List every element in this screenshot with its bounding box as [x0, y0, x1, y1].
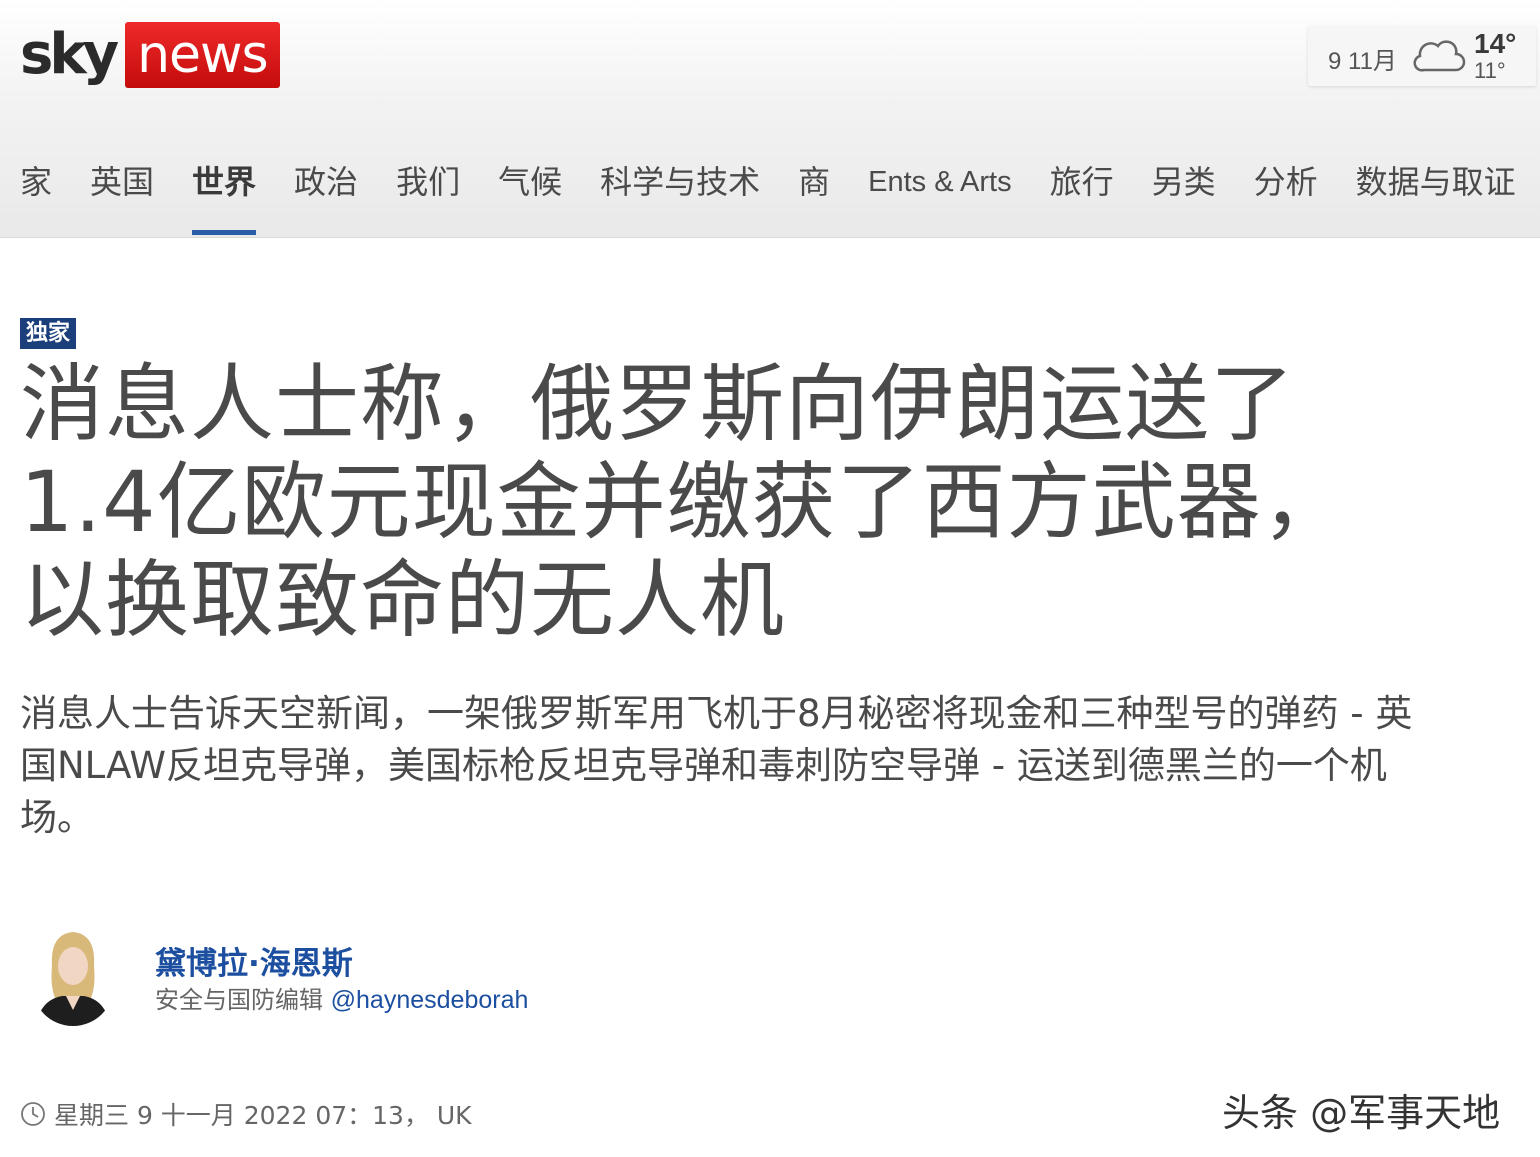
article-standfirst: 消息人士告诉天空新闻，一架俄罗斯军用飞机于8月秘密将现金和三种型号的弹药 - 英… — [20, 692, 1413, 839]
weather-high-temp: 14° — [1474, 28, 1517, 59]
author-name[interactable]: 黛博拉·海恩斯 — [155, 938, 353, 983]
nav-item-politics[interactable]: 政治 — [294, 160, 358, 237]
nav-item-climate[interactable]: 气候 — [498, 160, 562, 237]
toutiao-watermark: 头条 @军事天地 — [1222, 1091, 1501, 1135]
nav-item-data-forensics[interactable]: 数据与取证 — [1356, 160, 1516, 237]
sky-news-logo[interactable]: sky news — [20, 22, 280, 88]
clock-icon — [21, 1102, 45, 1126]
logo-news-text: news — [125, 22, 280, 88]
author-role: 安全与国防编辑 — [155, 986, 323, 1014]
weather-date: 9 11月 — [1328, 48, 1397, 75]
nav-item-analysis[interactable]: 分析 — [1254, 160, 1318, 237]
article-headline: 消息人士称，俄罗斯向伊朗运送了1.4亿欧元现金并缴获了西方武器，以换取致命的无人… — [20, 355, 1347, 649]
nav-item-world[interactable]: 世界 — [192, 160, 257, 237]
weather-widget[interactable]: 9 11月 14° 11° — [1308, 26, 1536, 86]
exclusive-badge: 独家 — [20, 318, 77, 349]
nav-item-ents-arts[interactable]: Ents & Arts — [868, 160, 1011, 237]
nav-item-uk[interactable]: 英国 — [90, 160, 154, 237]
nav-item-science-tech[interactable]: 科学与技术 — [600, 160, 760, 237]
author-twitter-handle[interactable]: @haynesdeborah — [331, 986, 529, 1014]
nav-item-us[interactable]: 我们 — [396, 160, 460, 237]
cloud-icon — [1413, 40, 1466, 72]
publish-date: 星期三 9 十一月 2022 07：13， UK — [54, 1101, 472, 1130]
article-dateline: 星期三 9 十一月 2022 07：13， UK — [20, 1096, 472, 1132]
nav-item-offbeat[interactable]: 另类 — [1152, 160, 1216, 237]
weather-low-temp: 11° — [1474, 58, 1506, 83]
author-avatar[interactable] — [32, 926, 114, 1026]
logo-sky-text: sky — [20, 22, 119, 87]
main-nav: 家 英国 世界 政治 我们 气候 科学与技术 商 Ents & Arts 旅行 … — [20, 160, 1540, 237]
nav-item-business[interactable]: 商 — [798, 160, 830, 237]
author-byline: 安全与国防编辑 @haynesdeborah — [155, 980, 528, 1015]
nav-item-home[interactable]: 家 — [20, 160, 52, 237]
author-photo — [32, 926, 114, 1026]
site-header: sky news 9 11月 14° 11° 家 英国 世界 政治 我们 气候 … — [0, 0, 1540, 238]
nav-item-travel[interactable]: 旅行 — [1050, 160, 1114, 237]
